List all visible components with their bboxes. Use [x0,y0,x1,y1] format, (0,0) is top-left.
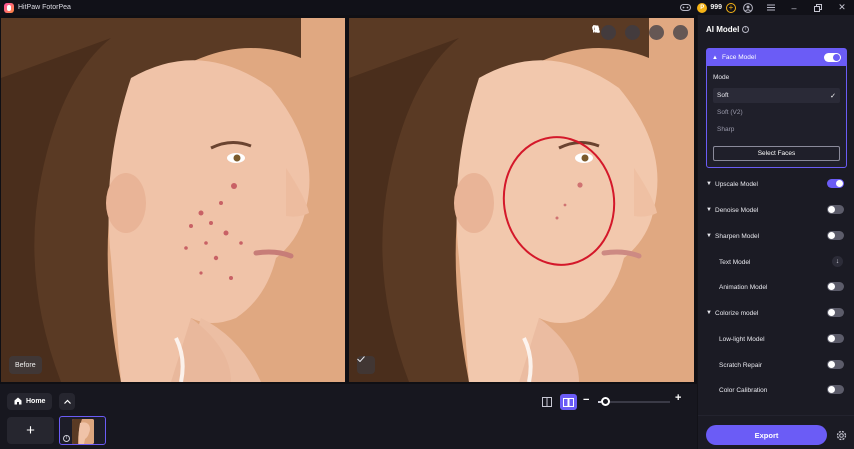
split-view-icon[interactable] [560,394,577,410]
model-row-scratch-repair[interactable]: Scratch Repair [706,358,847,372]
model-label: Upscale Model [715,180,758,188]
panel-divider [698,415,854,416]
comparison-canvas: Before [0,15,697,384]
zoom-slider[interactable] [598,397,670,406]
panel-title: AI Model i [706,25,750,34]
sharpen-toggle[interactable] [827,231,844,240]
before-image-pane[interactable]: Before [1,18,345,382]
model-label: Text Model [719,258,751,266]
denoise-toggle[interactable] [827,205,844,214]
model-label: Color Calibration [719,386,768,394]
chevron-up-icon[interactable] [59,393,75,410]
gamepad-icon[interactable] [680,2,692,13]
color-calibration-toggle[interactable] [827,385,844,394]
coin-count: 999 [710,4,722,11]
crop-icon[interactable] [592,25,688,40]
model-row-denoise[interactable]: ▼ Denoise Model [706,203,847,217]
mode-option-label: Soft (V2) [717,109,743,116]
export-button[interactable]: Export [706,425,827,445]
chevron-down-icon: ▼ [706,181,712,187]
gear-icon[interactable] [834,428,848,442]
menu-icon[interactable] [765,2,776,13]
image-toolbar [592,25,688,40]
bottom-bar: Home + i − + [0,386,697,449]
image-thumbnail[interactable]: i [59,416,106,445]
check-icon [357,356,365,362]
model-label: Sharpen Model [715,232,760,240]
model-row-sharpen[interactable]: ▼ Sharpen Model [706,229,847,243]
thumbnail-image [72,419,94,444]
model-row-text[interactable]: Text Model ↓ [706,255,847,269]
before-portrait [1,18,345,382]
zoom-out-button[interactable]: − [583,394,589,406]
minimize-icon[interactable]: – [782,0,806,15]
select-faces-button[interactable]: Select Faces [713,146,840,161]
title-bar-controls: P 999 + – ✕ [674,0,854,15]
face-model-label: Face Model [721,54,756,61]
credits-badge[interactable]: P 999 + [697,2,736,13]
app-logo-icon [4,2,14,13]
chevron-down-icon: ▼ [706,233,712,239]
model-label: Denoise Model [715,206,759,214]
model-row-upscale[interactable]: ▼ Upscale Model [706,177,847,191]
single-view-icon[interactable] [540,395,554,409]
zoom-icon[interactable] [592,25,664,40]
face-model-card: ▲ Face Model Mode Soft ✓ Soft (V2) Sharp… [706,48,847,168]
ai-model-panel: AI Model i ▲ Face Model Mode Soft ✓ Soft… [697,15,854,449]
thumbs-up-icon[interactable] [593,25,616,40]
chevron-up-icon: ▲ [712,54,718,61]
low-light-toggle[interactable] [827,334,844,343]
after-image-pane[interactable] [349,18,694,382]
home-label: Home [26,398,46,405]
chevron-down-icon: ▼ [706,310,712,316]
mode-option-label: Soft [717,92,729,99]
close-icon[interactable]: ✕ [830,0,854,15]
info-icon[interactable]: i [63,435,70,442]
model-label: Animation Model [719,283,768,291]
after-portrait [349,18,694,382]
mode-label: Mode [713,74,730,81]
home-button[interactable]: Home [7,393,53,410]
face-model-toggle[interactable] [824,53,841,62]
scratch-repair-toggle[interactable] [827,360,844,369]
account-icon[interactable] [742,2,753,13]
thumbs-down-icon[interactable] [593,25,640,40]
mode-option-sharp[interactable]: Sharp [713,122,840,137]
app-title: HitPaw FotorPea [18,4,71,11]
check-icon: ✓ [830,92,836,100]
add-image-button[interactable]: + [7,417,54,444]
mode-option-soft[interactable]: Soft ✓ [713,88,840,103]
after-check-badge [357,356,375,374]
upscale-toggle[interactable] [827,179,844,188]
face-model-header[interactable]: ▲ Face Model [707,49,846,66]
chevron-down-icon: ▼ [706,207,712,213]
before-label: Before [9,356,42,374]
zoom-in-button[interactable]: + [675,392,681,404]
model-row-low-light[interactable]: Low-light Model [706,332,847,346]
model-row-color-calibration[interactable]: Color Calibration [706,383,847,397]
download-icon[interactable]: ↓ [832,256,843,267]
colorize-toggle[interactable] [827,308,844,317]
home-icon [14,397,22,407]
model-row-animation[interactable]: Animation Model [706,280,847,294]
model-row-colorize[interactable]: ▼ Colorize model [706,306,847,320]
panel-title-text: AI Model [706,25,740,34]
add-credits-icon[interactable]: + [726,2,736,13]
model-label: Low-light Model [719,335,765,343]
mode-option-label: Sharp [717,126,735,133]
mode-option-soft-v2[interactable]: Soft (V2) [713,105,840,120]
coin-icon: P [697,2,708,13]
title-bar: HitPaw FotorPea P 999 + – ✕ [0,0,854,15]
zoom-slider-handle[interactable] [601,397,610,406]
animation-toggle[interactable] [827,282,844,291]
info-icon[interactable]: i [742,26,750,33]
model-label: Scratch Repair [719,361,762,369]
model-label: Colorize model [715,309,759,317]
restore-icon[interactable] [806,0,830,15]
